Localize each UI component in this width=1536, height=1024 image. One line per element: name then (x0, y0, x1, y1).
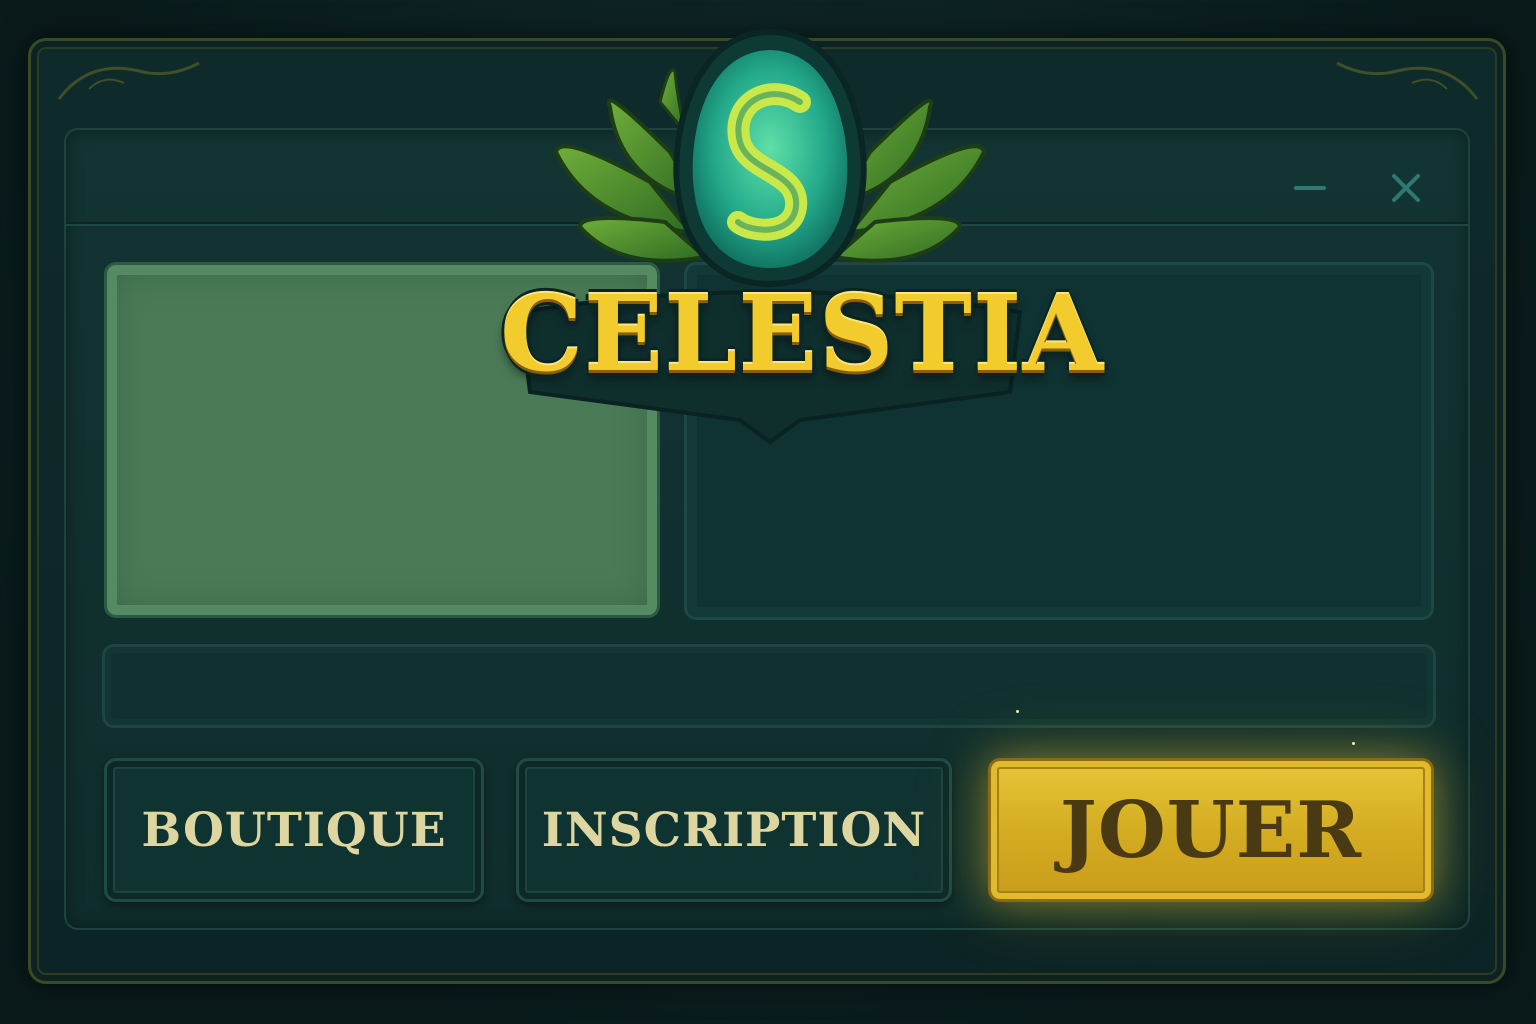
register-button-label: INSCRIPTION (541, 802, 927, 858)
shop-button-label: BOUTIQUE (141, 802, 447, 858)
close-button[interactable] (1384, 168, 1428, 208)
shop-button[interactable]: BOUTIQUE (104, 758, 484, 902)
logo-title: CELESTIA (500, 272, 1105, 395)
play-button[interactable]: JOUER (988, 758, 1434, 902)
corner-ornament-top-right (1317, 49, 1487, 119)
sparkle (1016, 710, 1019, 713)
register-button[interactable]: INSCRIPTION (516, 758, 952, 902)
play-button-label: JOUER (1059, 784, 1363, 876)
progress-bar (102, 644, 1436, 728)
game-logo: CELESTIA (500, 22, 1105, 462)
corner-ornament-top-left (49, 49, 219, 119)
launcher-screen: BOUTIQUE INSCRIPTION JOUER CELESTIA (0, 0, 1536, 1024)
minimize-button[interactable] (1288, 168, 1332, 208)
sparkle (1352, 742, 1355, 745)
minimize-icon (1294, 186, 1326, 190)
close-icon (1392, 174, 1420, 202)
emblem-icon (517, 28, 1023, 445)
